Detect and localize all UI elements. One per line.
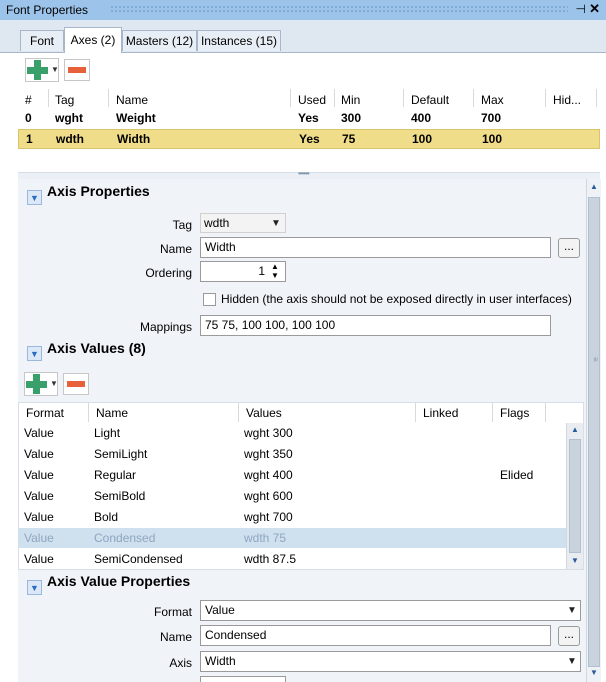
spinner-arrows-icon[interactable]: ▲ ▼ — [271, 262, 279, 280]
title-bar: Font Properties ⊣ ✕ — [0, 0, 606, 20]
chevron-down-icon[interactable]: ▼ — [27, 580, 42, 595]
axis-row-selected[interactable]: 1 wdth Width Yes 75 100 100 — [18, 129, 600, 149]
col-value-name[interactable]: Name — [96, 406, 128, 420]
hidden-checkbox[interactable] — [203, 293, 216, 306]
properties-scrollbar[interactable]: ▲ ≡ ▼ — [586, 179, 601, 682]
axis-name-browse-button[interactable]: ... — [558, 238, 580, 258]
minus-icon — [67, 381, 85, 387]
format-combobox[interactable]: Value — [200, 600, 581, 621]
col-index[interactable]: # — [25, 93, 32, 107]
mappings-field[interactable]: 75 75, 100 100, 100 100 — [200, 315, 551, 336]
window-title: Font Properties — [6, 3, 89, 17]
title-grip — [110, 5, 568, 14]
scroll-down-icon[interactable]: ▼ — [587, 668, 601, 677]
add-axis-button[interactable]: ▼ — [25, 58, 59, 82]
col-used[interactable]: Used — [298, 93, 326, 107]
axis-value-row[interactable]: Value Bold wght 700 — [18, 507, 566, 527]
dropdown-arrow-icon: ▼ — [51, 65, 59, 74]
hidden-label: Hidden (the axis should not be exposed d… — [221, 292, 572, 306]
col-flags[interactable]: Flags — [500, 406, 529, 420]
col-default[interactable]: Default — [411, 93, 449, 107]
axis-combobox[interactable]: Width — [200, 651, 581, 672]
plus-icon — [27, 59, 49, 81]
col-max[interactable]: Max — [481, 93, 504, 107]
axis-value-row[interactable]: Value Light wght 300 — [18, 423, 566, 443]
axis-row[interactable]: 0 wght Weight Yes 300 400 700 — [18, 108, 600, 128]
format-label: Format — [153, 605, 192, 619]
ordering-label: Ordering — [145, 266, 192, 280]
chevron-down-icon: ▼ — [567, 605, 577, 616]
col-values[interactable]: Values — [246, 406, 282, 420]
axis-value-row[interactable]: Value SemiLight wght 350 — [18, 444, 566, 464]
name-label: Name — [159, 242, 192, 256]
tag-label: Tag — [172, 218, 192, 232]
plus-icon — [26, 373, 48, 395]
axis-value-row[interactable]: Value Regular wght 400 Elided — [18, 465, 566, 485]
axis-values-title: Axis Values (8) — [47, 340, 146, 356]
minus-icon — [68, 67, 86, 73]
mappings-label: Mappings — [139, 320, 192, 334]
chevron-down-icon: ▼ — [567, 656, 577, 667]
pin-icon[interactable]: ⊣ — [576, 2, 586, 16]
col-name[interactable]: Name — [116, 93, 148, 107]
axis-properties-title: Axis Properties — [47, 183, 150, 199]
scroll-down-icon[interactable]: ▼ — [568, 556, 582, 565]
remove-axis-button[interactable] — [64, 59, 90, 81]
scroll-up-icon[interactable]: ▲ — [568, 425, 582, 434]
chevron-down-icon[interactable]: ▼ — [27, 190, 42, 205]
value-name-browse-button[interactable]: ... — [558, 626, 580, 646]
tag-combobox[interactable]: wdth ▼ — [200, 213, 286, 233]
splitter[interactable]: •••••• — [18, 169, 600, 179]
axis-value-row-selected[interactable]: Value Condensed wdth 75 — [18, 528, 566, 548]
tab-font[interactable]: Font — [20, 30, 64, 51]
add-axis-value-button[interactable]: ▼ — [24, 372, 58, 396]
dropdown-arrow-icon: ▼ — [50, 379, 58, 388]
col-format[interactable]: Format — [26, 406, 64, 420]
close-icon[interactable]: ✕ — [589, 1, 600, 17]
chevron-down-icon: ▼ — [271, 218, 281, 229]
axis-value-properties-title: Axis Value Properties — [47, 573, 191, 589]
scroll-thumb[interactable] — [569, 439, 581, 553]
tag-value: wdth — [204, 216, 230, 230]
tab-instances[interactable]: Instances (15) — [197, 30, 281, 51]
axis-name-field[interactable]: Width — [200, 237, 551, 258]
tab-axes[interactable]: Axes (2) — [64, 27, 122, 53]
scroll-thumb[interactable] — [588, 197, 600, 667]
value-name-label: Name — [159, 630, 192, 644]
axis-value-row[interactable]: Value SemiBold wght 600 — [18, 486, 566, 506]
value-name-field[interactable]: Condensed — [200, 625, 551, 646]
axis-label: Axis — [169, 656, 192, 670]
axis-value-row[interactable]: Value SemiCondensed wdth 87.5 — [18, 549, 566, 569]
tab-strip: Font Axes (2) Masters (12) Instances (15… — [0, 20, 606, 53]
col-linked[interactable]: Linked — [423, 406, 458, 420]
col-min[interactable]: Min — [341, 93, 360, 107]
scroll-up-icon[interactable]: ▲ — [587, 182, 601, 191]
next-field[interactable] — [200, 676, 286, 682]
chevron-down-icon[interactable]: ▼ — [27, 346, 42, 361]
col-tag[interactable]: Tag — [55, 93, 74, 107]
axis-values-scrollbar[interactable]: ▲ ▼ — [566, 423, 583, 569]
remove-axis-value-button[interactable] — [63, 373, 89, 395]
tab-masters[interactable]: Masters (12) — [122, 30, 197, 51]
col-hidden[interactable]: Hid... — [553, 93, 581, 107]
